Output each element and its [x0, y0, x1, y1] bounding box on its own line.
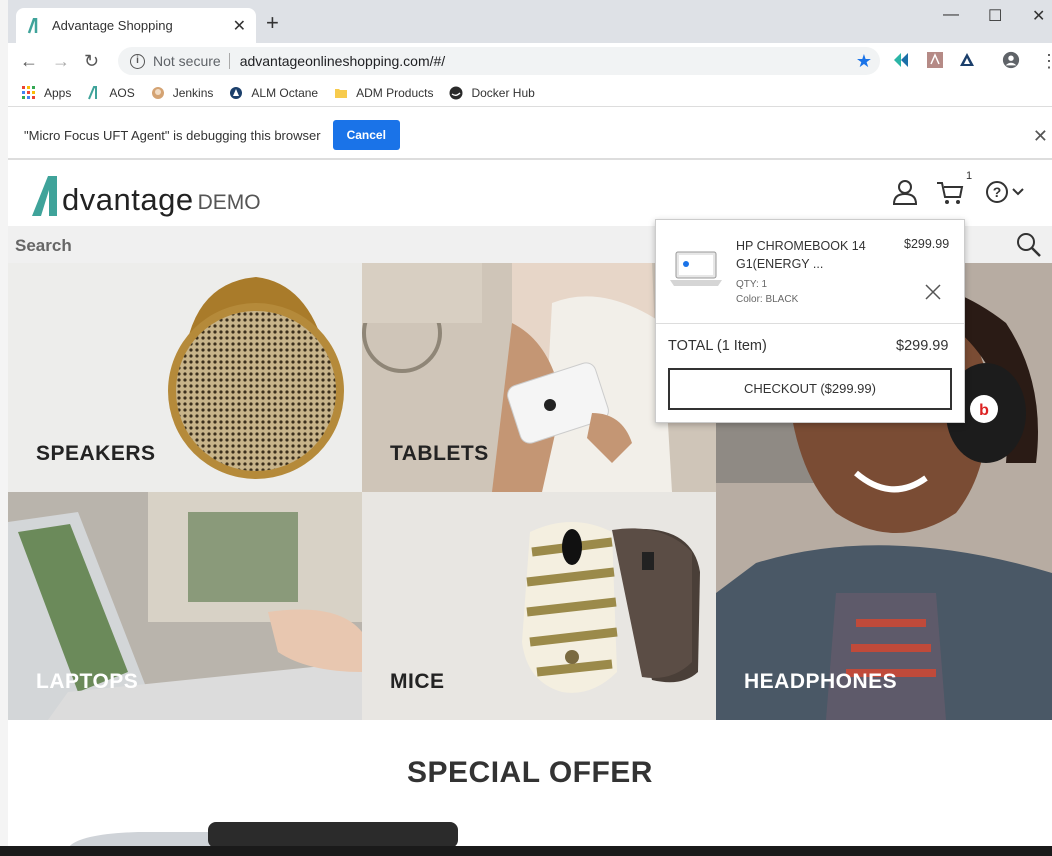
profile-avatar-icon[interactable] — [1002, 51, 1020, 69]
bookmark-apps[interactable]: Apps — [22, 85, 72, 100]
cart-total-price: $299.99 — [896, 338, 949, 354]
cart-total-label: TOTAL (1 Item) — [668, 338, 767, 354]
help-menu-icon[interactable]: ? — [986, 180, 1030, 204]
cancel-button[interactable]: Cancel — [332, 120, 400, 150]
bookmark-alm-octane[interactable]: ALM Octane — [229, 86, 318, 100]
docker-icon — [449, 86, 463, 99]
bookmark-aos[interactable]: AOS — [87, 85, 135, 100]
category-label: HEADPHONES — [744, 670, 898, 693]
taskbar — [0, 846, 1052, 856]
tab-title: Advantage Shopping — [52, 18, 173, 33]
address-bar[interactable]: i Not secure advantageonlineshopping.com… — [118, 47, 880, 75]
divider — [228, 53, 230, 69]
svg-text:b: b — [979, 402, 989, 419]
tab-close-icon[interactable]: ✕ — [233, 16, 246, 36]
aos-favicon-icon — [27, 17, 38, 33]
bookmark-label: AOS — [109, 85, 135, 100]
cart-icon[interactable] — [936, 180, 964, 206]
category-label: SPEAKERS — [36, 442, 156, 465]
cart-item-qty: QTY: 1 — [736, 279, 768, 290]
bookmark-adm-products[interactable]: ADM Products — [334, 86, 433, 100]
web-page: dvantage DEMO 1 ? Search SPEAKERS TABLET… — [8, 162, 1052, 846]
close-window-button[interactable]: ✕ — [1032, 6, 1045, 26]
search-icon[interactable] — [1016, 232, 1042, 258]
cart-count-badge: 1 — [966, 170, 973, 182]
bookmark-label: ALM Octane — [251, 85, 319, 100]
bookmark-docker-hub[interactable]: Docker Hub — [449, 85, 535, 100]
minimize-button[interactable]: — — [943, 6, 959, 24]
folder-icon — [335, 88, 348, 98]
category-label: LAPTOPS — [36, 670, 139, 693]
search-label: Search — [15, 236, 72, 255]
extension-octane-icon[interactable] — [958, 51, 976, 69]
logo-demo: DEMO — [197, 191, 261, 214]
infobar-message: "Micro Focus UFT Agent" is debugging thi… — [24, 127, 321, 143]
category-tile-speakers[interactable]: SPEAKERS — [8, 263, 362, 492]
bookmark-label: ADM Products — [356, 85, 434, 100]
cart-item-name[interactable]: HP CHROMEBOOK 14 G1(ENERGY ... — [736, 237, 876, 273]
category-tile-laptops[interactable]: LAPTOPS — [8, 492, 362, 720]
svg-text:?: ? — [993, 184, 1002, 200]
user-icon[interactable] — [892, 178, 918, 206]
url-text[interactable]: advantageonlineshopping.com/#/ — [240, 53, 856, 69]
background-window-edge — [0, 0, 8, 856]
bookmark-star-icon[interactable]: ★ — [856, 51, 872, 72]
bookmarks-bar: Apps AOS Jenkins ALM Octane ADM Products… — [8, 79, 1052, 107]
extension-pdf-icon[interactable] — [926, 51, 944, 69]
jenkins-icon — [151, 86, 164, 99]
bookmark-label: Jenkins — [172, 85, 214, 100]
octane-icon — [230, 86, 243, 99]
site-logo[interactable]: dvantage DEMO — [28, 168, 261, 218]
logo-mark-icon — [32, 176, 57, 216]
debug-infobar: "Micro Focus UFT Agent" is debugging thi… — [8, 112, 1052, 160]
menu-kebab-icon[interactable]: ⋮ — [1040, 51, 1052, 71]
category-tile-mice[interactable]: MICE — [362, 492, 716, 720]
infobar-close-icon[interactable]: ✕ — [1033, 126, 1048, 147]
back-button[interactable]: ← — [20, 51, 38, 71]
cart-item-color: Color: BLACK — [736, 294, 799, 305]
remove-item-icon[interactable] — [924, 283, 942, 301]
category-label: MICE — [390, 670, 445, 693]
reload-button[interactable]: ↻ — [84, 51, 99, 71]
apps-grid-icon — [22, 85, 35, 99]
info-icon[interactable]: i — [130, 53, 145, 69]
cart-item[interactable]: HP CHROMEBOOK 14 G1(ENERGY ... $299.99 Q… — [656, 220, 964, 324]
aos-logo-icon — [88, 85, 98, 99]
cart-item-thumbnail — [670, 251, 722, 286]
cart-item-price: $299.99 — [904, 237, 950, 251]
category-label: TABLETS — [390, 442, 489, 465]
checkout-button[interactable]: CHECKOUT ($299.99) — [668, 368, 952, 410]
browser-toolbar: ← → ↻ i Not secure advantageonlineshoppi… — [8, 43, 1052, 79]
tab-advantage-shopping[interactable]: Advantage Shopping ✕ — [16, 8, 256, 43]
bookmark-label: Docker Hub — [471, 85, 535, 100]
new-tab-button[interactable]: + — [266, 12, 279, 34]
special-offer-laptop-image — [69, 822, 458, 846]
tab-strip: Advantage Shopping ✕ + — ☐ ✕ — [8, 0, 1052, 43]
browser-window: Advantage Shopping ✕ + — ☐ ✕ ← → ↻ i Not… — [8, 0, 1052, 846]
cart-popup: HP CHROMEBOOK 14 G1(ENERGY ... $299.99 Q… — [655, 219, 965, 423]
bookmark-jenkins[interactable]: Jenkins — [151, 85, 214, 100]
forward-button[interactable]: → — [52, 51, 70, 71]
extension-uft-icon[interactable] — [892, 51, 910, 69]
logo-word: dvantage — [62, 182, 194, 217]
maximize-button[interactable]: ☐ — [988, 6, 1002, 26]
security-label: Not secure — [153, 53, 221, 69]
bookmark-label: Apps — [44, 85, 72, 100]
special-offer-heading: SPECIAL OFFER — [407, 756, 653, 789]
